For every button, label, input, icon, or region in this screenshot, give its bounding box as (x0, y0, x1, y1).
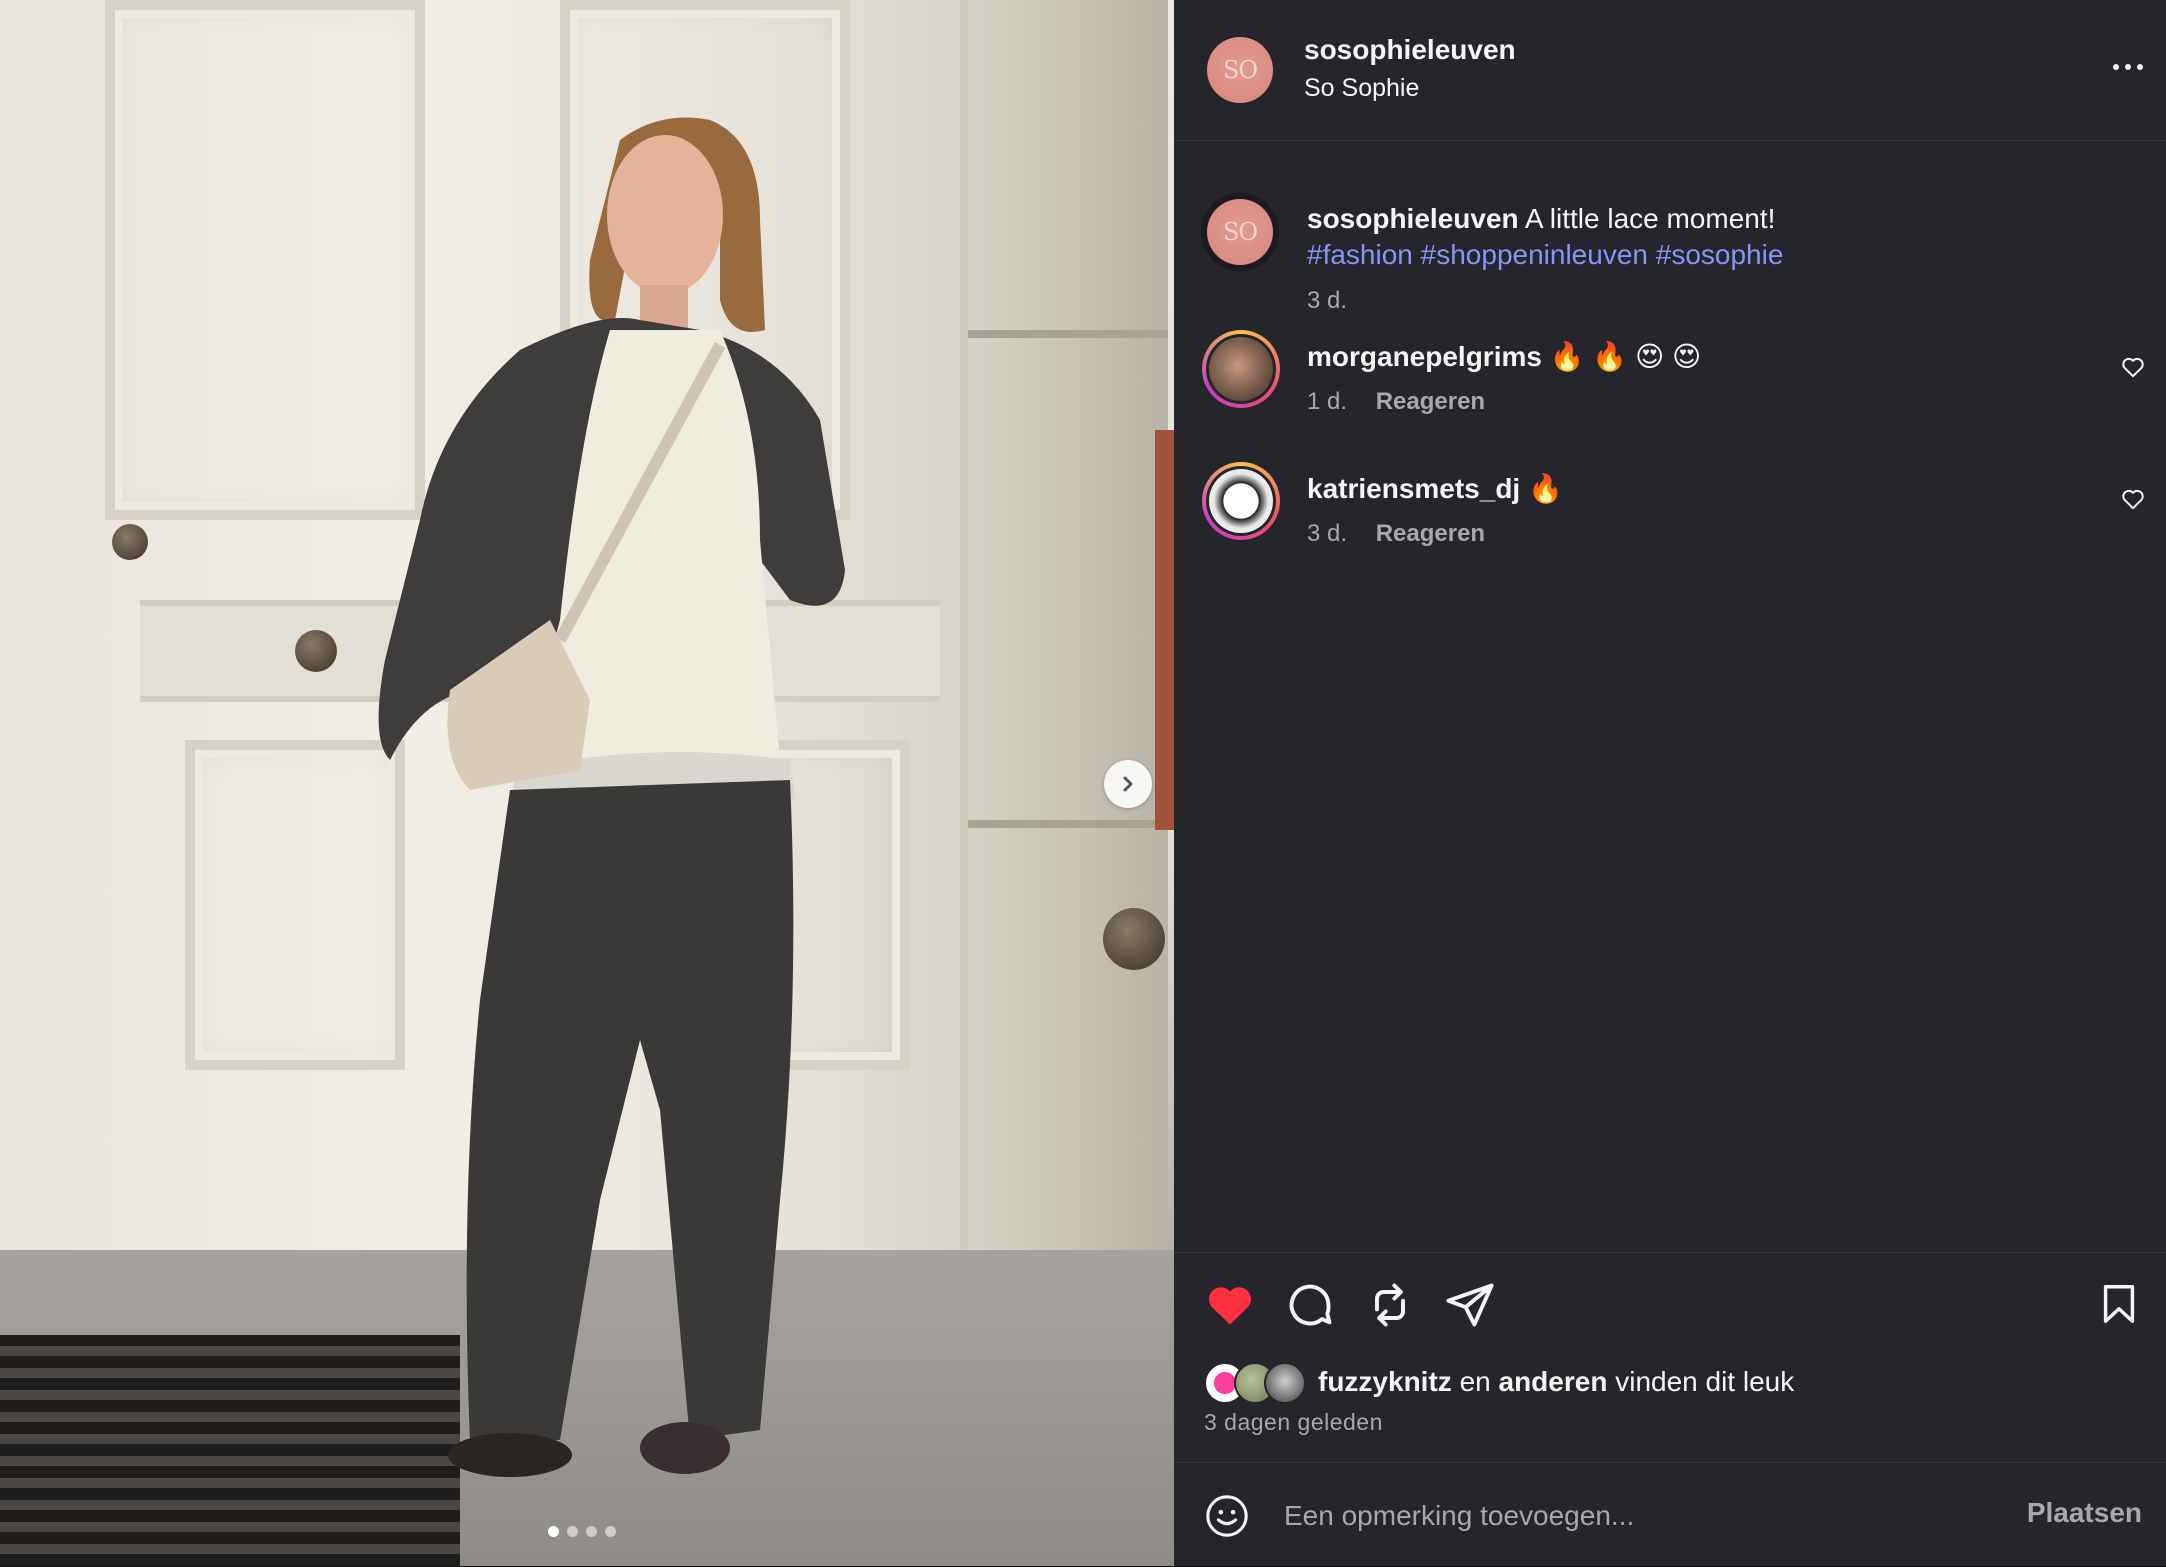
commenter-username[interactable]: katriensmets_dj (1307, 473, 1520, 504)
comment-text: 🔥 (1528, 473, 1563, 504)
liker-username[interactable]: fuzzyknitz (1318, 1366, 1452, 1397)
repost-icon[interactable] (1364, 1279, 1416, 1331)
commenter-avatar[interactable] (1202, 330, 1280, 408)
likes-others-link[interactable]: anderen (1499, 1366, 1608, 1397)
caption-age: 3 d. (1307, 287, 1348, 314)
comment-composer: Plaatsen (1174, 1462, 2166, 1567)
reply-button[interactable]: Reageren (1376, 520, 1485, 547)
carousel-dot (548, 1526, 559, 1537)
commenter-avatar[interactable] (1202, 462, 1280, 540)
comment-age: 3 d. (1307, 520, 1348, 547)
post-actions: fuzzyknitz en anderen vinden dit leuk 3 … (1174, 1252, 2166, 1463)
hashtag-link[interactable]: #fashion (1307, 239, 1413, 270)
liker-avatars (1204, 1360, 1310, 1404)
commenter-username[interactable]: morganepelgrims (1307, 341, 1542, 372)
dot-icon (2113, 64, 2119, 70)
chevron-right-icon (1123, 776, 1133, 792)
post-viewer: SO sosophieleuven So Sophie SO sosophiel… (0, 0, 2166, 1566)
reply-button[interactable]: Reageren (1376, 388, 1485, 415)
dot-icon (2137, 64, 2143, 70)
caption-author-avatar[interactable]: SO (1207, 199, 1273, 265)
heart-filled-icon[interactable] (1204, 1279, 1256, 1331)
likes-summary[interactable]: fuzzyknitz en anderen vinden dit leuk (1204, 1360, 1794, 1404)
carousel-dot (567, 1526, 578, 1537)
share-icon[interactable] (1444, 1279, 1496, 1331)
comment-text: 🔥 🔥 😍 😍 (1549, 341, 1702, 372)
post-header: SO sosophieleuven So Sophie (1174, 0, 2166, 141)
author-full-name: So Sophie (1304, 74, 1420, 102)
heart-outline-icon[interactable] (2120, 486, 2146, 512)
post-details-panel: SO sosophieleuven So Sophie SO sosophiel… (1174, 0, 2166, 1566)
carousel-dot (586, 1526, 597, 1537)
comment-icon[interactable] (1284, 1279, 1336, 1331)
emoji-icon[interactable] (1204, 1493, 1250, 1539)
comment-age: 1 d. (1307, 388, 1348, 415)
post-comment-button[interactable]: Plaatsen (2027, 1497, 2142, 1529)
comment-input[interactable] (1282, 1487, 1986, 1545)
carousel-indicators (548, 1526, 616, 1537)
carousel-next-button[interactable] (1104, 760, 1152, 808)
hashtag-link[interactable]: #shoppeninleuven (1421, 239, 1648, 270)
caption-username[interactable]: sosophieleuven (1307, 203, 1519, 234)
post-media[interactable] (0, 0, 1174, 1566)
author-username[interactable]: sosophieleuven (1304, 34, 1516, 66)
more-options-button[interactable] (2108, 52, 2148, 82)
bookmark-icon[interactable] (2096, 1279, 2142, 1329)
hashtag-link[interactable]: #sosophie (1656, 239, 1784, 270)
photo-person (378, 117, 845, 1477)
author-avatar[interactable]: SO (1207, 37, 1273, 103)
carousel-dot (605, 1526, 616, 1537)
comment-item: katriensmets_dj 🔥 3 d. Reageren (1174, 462, 2166, 562)
liker-avatar (1264, 1362, 1306, 1404)
heart-outline-icon[interactable] (2120, 354, 2146, 380)
dot-icon (2125, 64, 2131, 70)
comment-item: morganepelgrims 🔥 🔥 😍 😍 1 d. Reageren (1174, 330, 2166, 430)
caption-text: A little lace moment! (1524, 203, 1776, 234)
post-date: 3 dagen geleden (1204, 1409, 1383, 1435)
